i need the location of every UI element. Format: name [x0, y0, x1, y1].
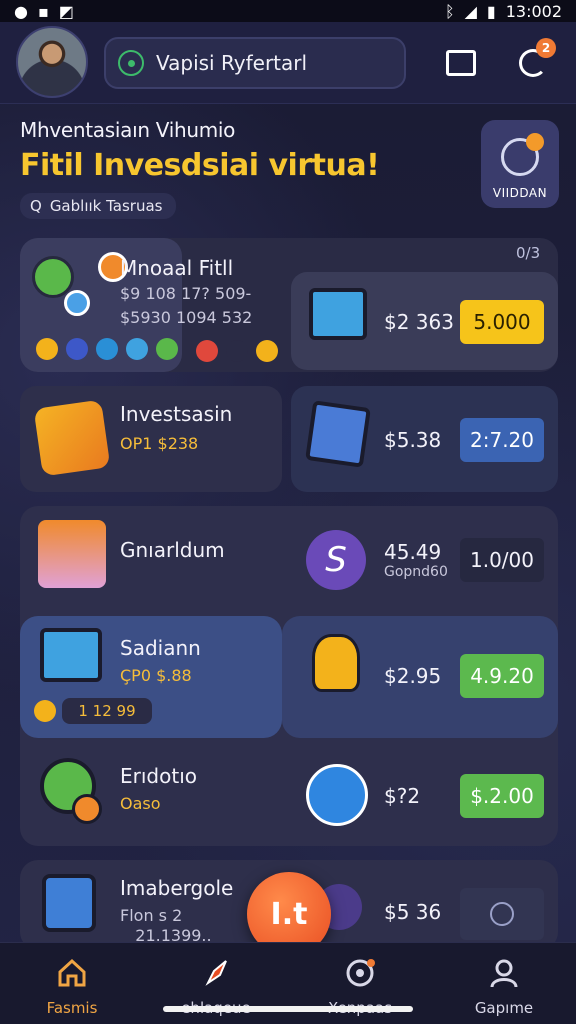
item-meta: Flon s 2 [120, 906, 183, 925]
message-icon: ▪ [37, 1, 49, 21]
search-bar[interactable]: Vapisi Ryfertarl [104, 37, 406, 89]
hero-subtitle: Mhventasiaın Vihumio [20, 118, 236, 142]
item-subtitle: ÇP0 $.88 [120, 666, 192, 685]
chat-icon[interactable] [442, 44, 480, 82]
profile-icon [490, 959, 518, 988]
hero-action-label: VIIDDAN [492, 186, 548, 200]
nav-label: Fasmis [46, 999, 98, 1017]
chart-board-icon [305, 400, 371, 468]
price-button[interactable]: $.2.00 [460, 774, 544, 818]
stack-box-icon [38, 520, 106, 588]
search-icon [118, 50, 144, 76]
item-price: $?2 [384, 784, 421, 808]
chart-tablet-icon [309, 288, 367, 340]
price-button[interactable]: 4.9.20 [460, 654, 544, 698]
item-title: Gnıarldum [120, 538, 225, 562]
home-indicator[interactable] [163, 1006, 413, 1012]
item-meta: $5930 1094 532 [120, 308, 253, 327]
phone-coin-icon [42, 874, 96, 932]
item-title: Investsasin [120, 402, 233, 426]
clock: 13:002 [505, 1, 562, 21]
item-price-sub: Gopnd60 [384, 564, 448, 580]
character-icon [312, 634, 360, 692]
price-button[interactable]: 2:7.20 [460, 418, 544, 462]
item-counter: 0/3 [516, 244, 541, 262]
compass-icon [501, 133, 544, 176]
home-icon [58, 958, 86, 987]
avatar[interactable] [16, 26, 88, 98]
notification-badge: 2 [536, 38, 556, 58]
nav-item-profile[interactable]: Gapıme [432, 943, 576, 1024]
bluetooth-icon: ᛒ [444, 1, 455, 21]
coin-icon [34, 700, 56, 722]
robot-icon [32, 256, 74, 298]
item-price: $2.95 [384, 664, 442, 688]
rocket-icon [205, 960, 227, 986]
item-price: $2 363 [384, 310, 454, 334]
item-subtitle: OP1 $238 [120, 434, 199, 453]
laptop-icon [40, 628, 102, 682]
item-price: $5.38 [384, 428, 442, 452]
item-title: Sadiann [120, 636, 201, 660]
item-badge: 1 12 99 [62, 698, 152, 724]
item-mini-icons [36, 338, 178, 360]
item-subtitle: Oaso [120, 794, 161, 813]
page-title: Fitil Invesdsiai virtua! [20, 148, 380, 183]
circle-icon: ● [14, 1, 28, 21]
item-title: Erıdotıo [120, 764, 197, 788]
status-bar: ● ▪ ◩ ᛒ ◢ ▮ 13:002 [0, 0, 576, 22]
rocket-pen-icon [306, 764, 368, 826]
nav-label: Gapıme [474, 999, 534, 1017]
battery-icon: ▮ [486, 1, 496, 21]
hero-action-button[interactable]: VIIDDAN [481, 120, 559, 208]
item-meta: $9 108 17? 509- [120, 284, 252, 303]
item-mini-icons [196, 340, 278, 362]
search-profile-button[interactable] [460, 888, 544, 940]
fab-label: I.t [270, 896, 308, 932]
filter-chip[interactable]: Q Gablıık Tasruas [20, 193, 177, 219]
item-title: Mnoaal Fitll [120, 256, 234, 280]
photo-icon: ◩ [58, 1, 74, 21]
hero-section: Mhventasiaın Vihumio Fitil Invesdsiai vi… [20, 118, 460, 219]
price-button[interactable]: 5.000 [460, 300, 544, 344]
item-price: $5 36 [384, 900, 442, 924]
currency-symbol-icon: S [306, 530, 366, 590]
user-search-icon [490, 902, 514, 926]
price-button[interactable]: 1.0/00 [460, 538, 544, 582]
document-tablet-icon [33, 399, 111, 477]
item-title: Imabergole [120, 876, 234, 900]
item-price: 45.49 [384, 540, 442, 564]
nav-item-home[interactable]: Fasmis [0, 943, 144, 1024]
chip-prefix: Q [30, 197, 42, 215]
coin-icon [72, 794, 102, 824]
target-icon [346, 959, 375, 987]
chip-label: Gablıık Tasruas [49, 197, 163, 215]
notification-icon[interactable]: 2 [514, 38, 556, 82]
app-header: Vapisi Ryfertarl 2 [0, 22, 576, 104]
search-label: Vapisi Ryfertarl [156, 51, 308, 75]
search-magnifier-icon [64, 290, 90, 316]
signal-icon: ◢ [464, 1, 477, 21]
